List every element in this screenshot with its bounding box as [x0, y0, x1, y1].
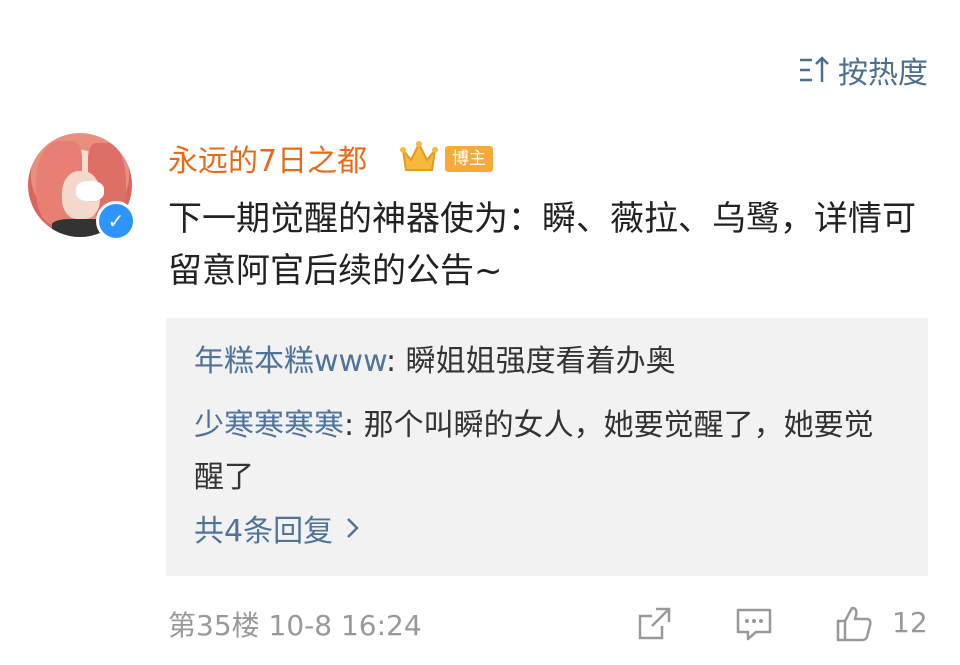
sort-by-hot-button[interactable]: 按热度	[798, 48, 928, 92]
avatar[interactable]: ✓	[28, 133, 140, 245]
verified-icon: ✓	[96, 201, 136, 241]
reply-username[interactable]: 年糕本糕www	[194, 344, 386, 379]
comment-username[interactable]: 永远的7日之都	[168, 136, 367, 180]
reply-username[interactable]: 少寒寒寒寒	[194, 408, 344, 443]
avatar-eyepatch	[76, 181, 104, 201]
floor-and-time: 第35楼 10-8 16:24	[168, 609, 422, 642]
author-badge: 博主	[445, 146, 493, 172]
reply-text: : 瞬姐姐强度看着办奥	[385, 344, 676, 379]
thumbs-up-icon[interactable]	[834, 604, 874, 644]
reply-item[interactable]: 年糕本糕www: 瞬姐姐强度看着办奥	[194, 336, 894, 388]
share-icon[interactable]	[634, 604, 674, 644]
chevron-right-icon	[347, 518, 359, 538]
comment-icon[interactable]	[734, 604, 774, 644]
like-count: 12	[892, 606, 928, 639]
view-all-replies-link[interactable]: 共4条回复	[194, 506, 361, 550]
crown-icon	[400, 141, 438, 171]
reply-item[interactable]: 少寒寒寒寒: 那个叫瞬的女人，她要觉醒了，她要觉醒了	[194, 400, 894, 504]
sort-icon	[800, 56, 829, 82]
view-more-label: 共4条回复	[194, 514, 334, 549]
reply-box[interactable]: 年糕本糕www: 瞬姐姐强度看着办奥 少寒寒寒寒: 那个叫瞬的女人，她要觉醒了，…	[166, 318, 928, 576]
comment-text: 下一期觉醒的神器使为：瞬、薇拉、乌鹭，详情可留意阿官后续的公告~	[168, 199, 916, 291]
sort-label: 按热度	[838, 56, 928, 91]
